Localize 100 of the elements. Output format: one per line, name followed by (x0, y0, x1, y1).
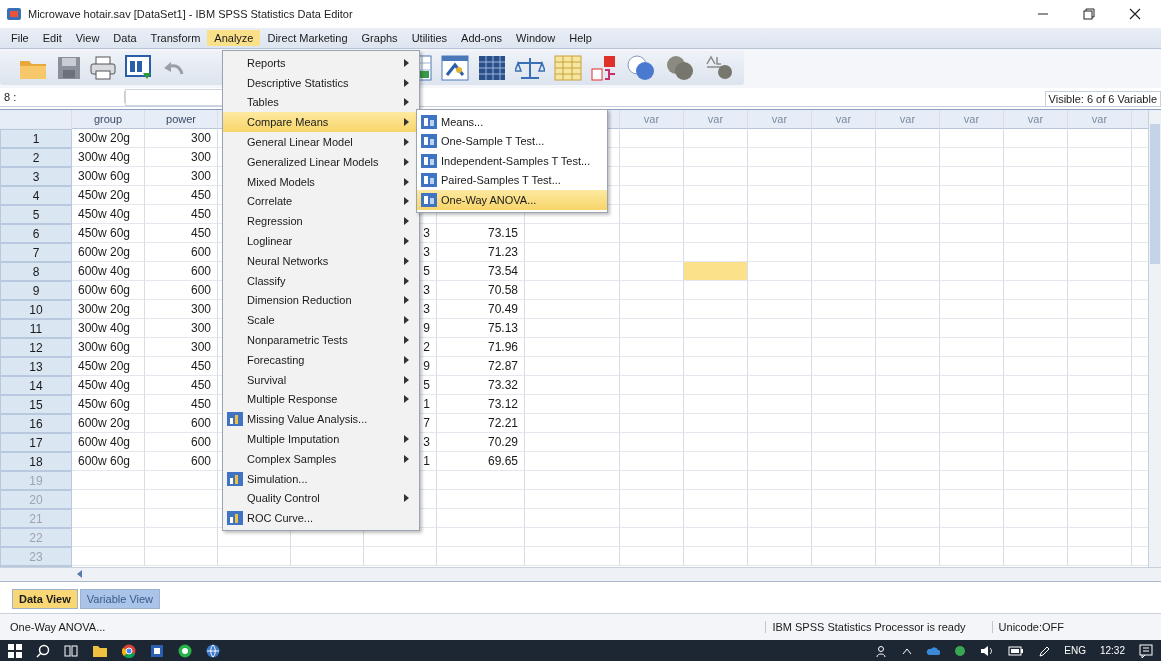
row-header[interactable]: 2 (0, 148, 72, 168)
menu-item[interactable]: Descriptive Statistics (223, 72, 419, 93)
menu-item[interactable]: ROC Curve... (223, 508, 419, 529)
row-header[interactable]: 6 (0, 224, 72, 244)
menu-item[interactable]: Quality Control (223, 488, 419, 509)
view-tab[interactable]: Data View (12, 589, 78, 610)
row-header[interactable]: 12 (0, 338, 72, 358)
horizontal-scrollbar[interactable] (0, 566, 1161, 581)
column-header[interactable]: group (72, 110, 145, 130)
menu-item[interactable]: Help (562, 29, 599, 46)
menu-item[interactable]: One-Sample T Test... (417, 131, 607, 151)
menu-item[interactable]: Graphs (354, 29, 405, 46)
row-header[interactable]: 15 (0, 395, 72, 415)
table-cell (1004, 509, 1068, 529)
table-cell (620, 528, 684, 548)
start-icon[interactable] (8, 643, 22, 658)
cloud-icon[interactable] (926, 645, 941, 656)
menu-item[interactable]: Correlate (223, 191, 419, 212)
column-header[interactable]: power (145, 110, 218, 130)
row-header[interactable]: 1 (0, 129, 72, 149)
menu-item[interactable]: Mixed Models (223, 171, 419, 192)
row-header[interactable]: 11 (0, 319, 72, 339)
speaker-icon[interactable] (980, 644, 995, 657)
use-sets-icon[interactable] (626, 55, 656, 82)
row-header[interactable]: 9 (0, 281, 72, 301)
battery-icon[interactable] (1008, 645, 1025, 656)
menu-item[interactable]: Edit (35, 29, 69, 46)
table-cell: 600 (145, 281, 218, 301)
row-header[interactable]: 4 (0, 186, 72, 206)
close-icon[interactable] (1129, 7, 1141, 20)
menu-item[interactable]: Transform (143, 29, 208, 46)
row-header[interactable]: 3 (0, 167, 72, 187)
vertical-scrollbar[interactable] (1148, 110, 1161, 567)
search-icon[interactable] (36, 643, 50, 658)
people-icon[interactable] (876, 644, 889, 657)
table-cell: 600 (145, 452, 218, 472)
table-cell: 300 (145, 148, 218, 168)
insert-variable-icon[interactable] (441, 55, 469, 82)
row-header[interactable]: 18 (0, 452, 72, 472)
table-cell (1004, 243, 1068, 263)
notification-icon[interactable] (1139, 643, 1153, 658)
network-icon[interactable] (954, 644, 967, 657)
row-header[interactable]: 14 (0, 376, 72, 396)
value-labels-icon[interactable] (591, 55, 617, 82)
row-header[interactable]: 5 (0, 205, 72, 225)
document-app-icon[interactable] (150, 643, 164, 658)
save-icon[interactable] (57, 56, 81, 81)
menu-item[interactable]: Analyze (207, 29, 261, 46)
menu-item[interactable]: Compare Means (223, 112, 419, 133)
menu-item[interactable]: General Linear Model (223, 132, 419, 152)
menu-item[interactable]: Means... (417, 112, 607, 132)
pen-icon[interactable] (1038, 644, 1051, 657)
app-icon (6, 6, 22, 21)
menu-item[interactable]: File (4, 29, 36, 46)
table-cell (1004, 205, 1068, 225)
balance-scale-icon[interactable] (515, 55, 545, 82)
submenu-arrow-icon (404, 494, 409, 503)
menu-item[interactable]: Reports (223, 53, 419, 73)
folder-icon[interactable] (92, 643, 108, 658)
row-header[interactable]: 16 (0, 414, 72, 434)
menu-item[interactable]: One-Way ANOVA... (417, 190, 607, 210)
table-cell (1068, 357, 1132, 377)
print-icon[interactable] (90, 56, 116, 81)
show-sets-icon[interactable] (665, 55, 695, 82)
caret-icon[interactable] (902, 646, 913, 655)
menu-item[interactable]: View (68, 29, 107, 46)
split-file-icon[interactable] (478, 55, 506, 82)
row-header[interactable]: 8 (0, 262, 72, 282)
row-header[interactable]: 7 (0, 243, 72, 263)
restore-icon[interactable] (1083, 7, 1095, 20)
menu-item[interactable]: Add-ons (454, 29, 510, 46)
table-cell (876, 547, 940, 567)
menu-item[interactable]: Data (106, 29, 144, 46)
menu-item[interactable]: Tables (223, 92, 419, 113)
menu-item[interactable]: Generalized Linear Models (223, 152, 419, 172)
table-cell: 450w 60g (72, 395, 145, 415)
globe-icon[interactable] (206, 643, 220, 658)
menu-item[interactable]: Paired-Samples T Test... (417, 170, 607, 190)
row-header[interactable]: 13 (0, 357, 72, 377)
menu-item[interactable]: Window (509, 29, 563, 46)
menu-item[interactable]: Independent-Samples T Test... (417, 151, 607, 171)
clock[interactable]: 12:32 (1099, 645, 1125, 657)
language-indicator[interactable]: ENG (1064, 645, 1086, 657)
spell-check-icon[interactable] (704, 55, 734, 82)
chart-icon (421, 114, 437, 129)
selected-cell[interactable] (684, 262, 748, 282)
table-cell (812, 338, 876, 358)
browser-icon[interactable] (122, 643, 136, 658)
chart-icon (421, 192, 437, 207)
row-header[interactable]: 10 (0, 300, 72, 320)
table-cell (1068, 528, 1132, 548)
view-tab[interactable]: Variable View (79, 589, 161, 610)
task-view-icon[interactable] (64, 643, 78, 658)
row-header[interactable]: 17 (0, 433, 72, 453)
menu-item[interactable]: Direct Marketing (260, 29, 355, 46)
menu-item[interactable]: Utilities (404, 29, 455, 46)
chat-app-icon[interactable] (178, 643, 192, 658)
table-cell (748, 395, 812, 415)
table-cell: 600w 20g (72, 243, 145, 263)
table-cell (1068, 433, 1132, 453)
